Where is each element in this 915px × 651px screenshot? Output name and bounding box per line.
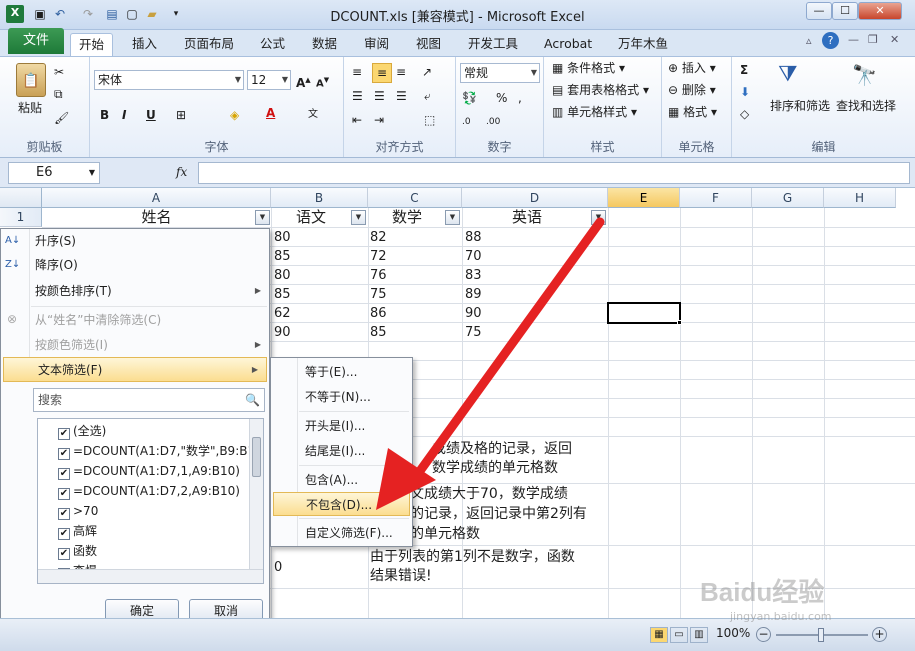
annotation-arrow — [376, 217, 605, 510]
watermark-brand: Baidu经验 — [700, 577, 825, 607]
normal-view-icon[interactable]: ▦ — [650, 627, 668, 643]
zoom-out-icon[interactable]: − — [756, 627, 771, 642]
zoom-level[interactable]: 100% — [716, 626, 750, 640]
arrow-shaft — [407, 217, 605, 487]
page-layout-view-icon[interactable]: ▭ — [670, 627, 688, 643]
page-break-view-icon[interactable]: ▥ — [690, 627, 708, 643]
zoom-slider-thumb[interactable] — [818, 628, 824, 642]
watermark-url: jingyan.baidu.com — [730, 610, 832, 623]
zoom-in-icon[interactable]: + — [872, 627, 887, 642]
